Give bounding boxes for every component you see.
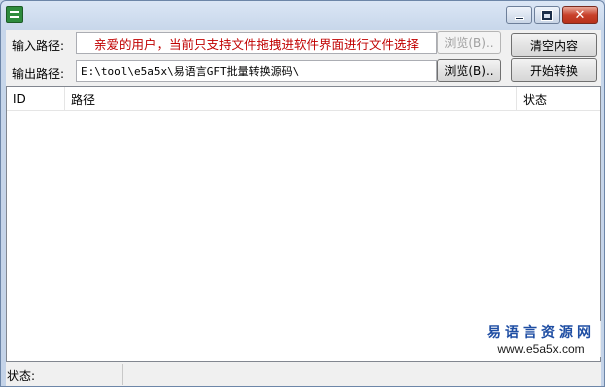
start-convert-button[interactable]: 开始转换 <box>511 58 597 82</box>
minimize-button[interactable] <box>506 6 532 24</box>
browse-output-button[interactable]: 浏览(B).. <box>437 59 501 82</box>
output-path-label: 输出路径: <box>12 67 65 81</box>
watermark-url: www.e5a5x.com <box>497 342 585 356</box>
status-bar: 状态: <box>6 363 601 386</box>
maximize-icon <box>542 10 552 20</box>
maximize-button[interactable] <box>534 6 560 24</box>
input-path-field[interactable]: 亲爱的用户，当前只支持文件拖拽进软件界面进行文件选择 <box>76 32 437 54</box>
column-header-status[interactable]: 状态 <box>517 87 600 111</box>
column-header-path[interactable]: 路径 <box>65 87 517 111</box>
app-icon[interactable] <box>6 6 23 23</box>
watermark: 易语言资源网 www.e5a5x.com <box>481 321 601 357</box>
close-button[interactable]: ✕ <box>562 6 598 24</box>
clear-content-button[interactable]: 清空内容 <box>511 33 597 57</box>
minimize-icon <box>514 16 524 20</box>
browse-input-button[interactable]: 浏览(B).. <box>437 31 501 54</box>
input-path-label: 输入路径: <box>12 39 65 53</box>
app-window: ✕ 输入路径: 亲爱的用户，当前只支持文件拖拽进软件界面进行文件选择 浏览(B)… <box>0 0 605 387</box>
watermark-title: 易语言资源网 <box>487 325 595 341</box>
output-path-field[interactable]: E:\tool\e5a5x\易语言GFT批量转换源码\ <box>76 60 437 82</box>
column-header-id[interactable]: ID <box>7 87 65 111</box>
close-icon: ✕ <box>574 7 586 23</box>
list-header: ID 路径 状态 <box>7 87 600 111</box>
status-label: 状态: <box>7 369 36 383</box>
